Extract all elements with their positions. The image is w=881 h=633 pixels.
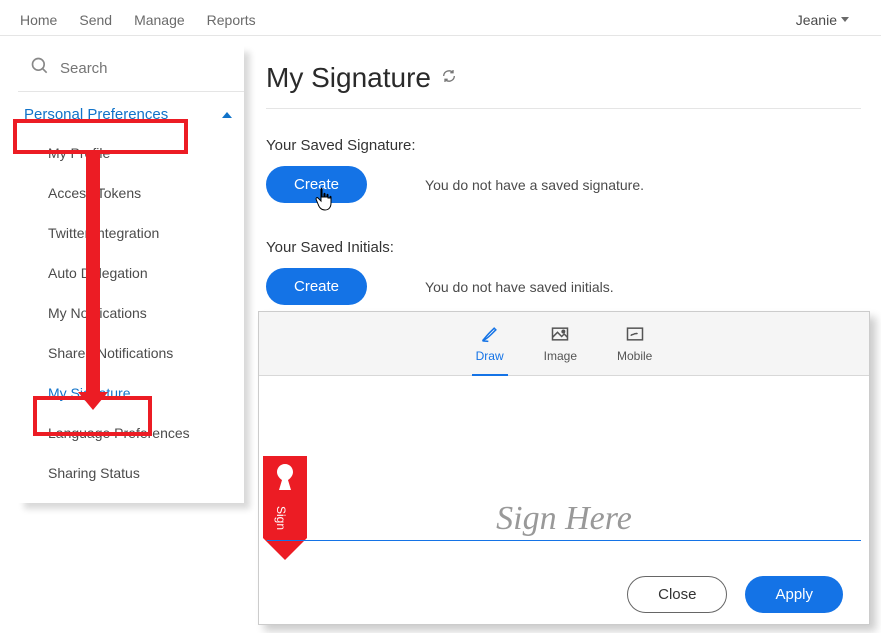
signature-modal: Draw Image Mobile Sign Sign Here Close A… (258, 311, 870, 625)
modal-tabs: Draw Image Mobile (259, 312, 869, 376)
top-navigation: Home Send Manage Reports Jeanie (0, 0, 881, 36)
page-title: My Signature (266, 62, 431, 94)
tab-image[interactable]: Image (540, 322, 581, 369)
search-icon (30, 56, 50, 81)
apply-button[interactable]: Apply (745, 576, 843, 613)
mobile-icon (624, 324, 646, 347)
modal-footer: Close Apply (259, 576, 869, 623)
user-name: Jeanie (796, 12, 837, 28)
tab-image-label: Image (544, 349, 577, 363)
group-label: Personal Preferences (24, 106, 168, 123)
sign-here-placeholder: Sign Here (496, 500, 632, 538)
close-button[interactable]: Close (627, 576, 727, 613)
refresh-icon[interactable] (441, 68, 457, 89)
create-initials-button[interactable]: Create (266, 268, 367, 305)
caret-down-icon (841, 17, 849, 22)
bookmark-label: Sign (274, 506, 288, 530)
signature-line (267, 540, 861, 541)
nav-reports[interactable]: Reports (207, 12, 256, 28)
nav-manage[interactable]: Manage (134, 12, 185, 28)
tab-draw[interactable]: Draw (472, 322, 508, 376)
sign-here-bookmark: Sign (263, 456, 307, 564)
signature-row: Create You do not have a saved signature… (266, 166, 861, 203)
sidebar-item-access-tokens[interactable]: Access Tokens (18, 173, 244, 213)
initials-row: Create You do not have saved initials. (266, 268, 861, 305)
sidebar-item-shared-notifications[interactable]: Shared Notifications (18, 333, 244, 373)
sidebar-item-language-preferences[interactable]: Language Preferences (18, 413, 244, 453)
signature-status: You do not have a saved signature. (385, 177, 644, 193)
tab-mobile-label: Mobile (617, 349, 652, 363)
cursor-pointer-icon (312, 185, 336, 218)
sidebar-item-my-profile[interactable]: My Profile (18, 133, 244, 173)
user-menu[interactable]: Jeanie (796, 12, 861, 28)
sidebar-item-my-notifications[interactable]: My Notifications (18, 293, 244, 333)
initials-status: You do not have saved initials. (385, 279, 614, 295)
chevron-up-icon (222, 112, 232, 118)
nav-home[interactable]: Home (20, 12, 57, 28)
topnav-left: Home Send Manage Reports (20, 12, 256, 28)
sidebar-item-auto-delegation[interactable]: Auto Delegation (18, 253, 244, 293)
nav-send[interactable]: Send (79, 12, 112, 28)
sidebar: Personal Preferences My Profile Access T… (18, 46, 244, 503)
tab-draw-label: Draw (476, 349, 504, 363)
sidebar-item-sharing-status[interactable]: Sharing Status (18, 453, 244, 493)
sidebar-group-header[interactable]: Personal Preferences (18, 96, 244, 133)
search-input[interactable] (60, 60, 259, 77)
tab-mobile[interactable]: Mobile (613, 322, 656, 369)
signature-label: Your Saved Signature: (266, 137, 861, 154)
initials-label: Your Saved Initials: (266, 239, 861, 256)
heading-row: My Signature (266, 52, 861, 109)
search-row (18, 46, 244, 91)
pen-icon (479, 324, 501, 347)
sidebar-item-my-signature[interactable]: My Signature (18, 373, 244, 413)
image-icon (549, 324, 571, 347)
sidebar-item-twitter-integration[interactable]: Twitter Integration (18, 213, 244, 253)
divider (18, 91, 244, 92)
signature-canvas[interactable]: Sign Sign Here (259, 376, 869, 576)
